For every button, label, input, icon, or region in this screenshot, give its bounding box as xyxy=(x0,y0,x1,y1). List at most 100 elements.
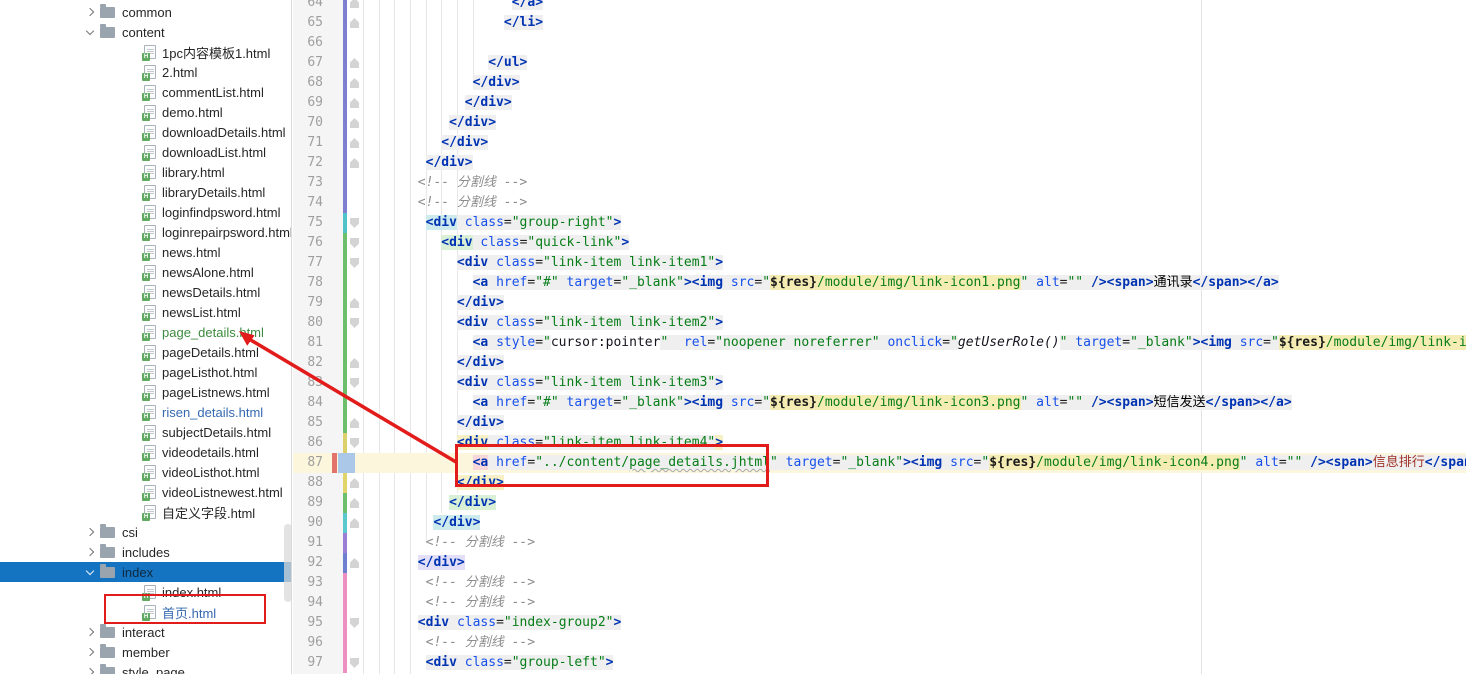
tree-item-page_details[interactable]: Hpage_details.html xyxy=(0,322,291,342)
code-line-69[interactable]: 69 </div> xyxy=(293,93,1466,113)
tree-item-index[interactable]: index xyxy=(0,562,291,582)
code-line-72[interactable]: 72 </div> xyxy=(293,153,1466,173)
code-line-74[interactable]: 74 <!-- 分割线 --> xyxy=(293,193,1466,213)
fold-marker-icon[interactable] xyxy=(350,58,359,68)
code-line-64[interactable]: 64 </a> xyxy=(293,0,1466,13)
html-badge: H xyxy=(142,433,150,441)
tree-item-member[interactable]: member xyxy=(0,642,291,662)
code-line-95[interactable]: 95 <div class="index-group2"> xyxy=(293,613,1466,633)
code-line-71[interactable]: 71 </div> xyxy=(293,133,1466,153)
code-line-73[interactable]: 73 <!-- 分割线 --> xyxy=(293,173,1466,193)
tree-item-newsList[interactable]: HnewsList.html xyxy=(0,302,291,322)
tree-item-newsDetails[interactable]: HnewsDetails.html xyxy=(0,282,291,302)
tree-item-content[interactable]: content xyxy=(0,22,291,42)
chevron-right-icon[interactable] xyxy=(84,646,96,658)
tree-item-risen_details[interactable]: Hrisen_details.html xyxy=(0,402,291,422)
code-line-85[interactable]: 85 </div> xyxy=(293,413,1466,433)
fold-marker-icon[interactable] xyxy=(350,118,359,128)
tree-item-downloadDetails[interactable]: HdownloadDetails.html xyxy=(0,122,291,142)
code-line-84[interactable]: 84 <a href="#" target="_blank"><img src=… xyxy=(293,393,1466,413)
code-line-89[interactable]: 89 </div> xyxy=(293,493,1466,513)
fold-marker-icon[interactable] xyxy=(350,18,359,28)
fold-marker-icon[interactable] xyxy=(350,438,359,448)
tree-item-commentList[interactable]: HcommentList.html xyxy=(0,82,291,102)
chevron-right-icon[interactable] xyxy=(84,6,96,18)
chevron-right-icon[interactable] xyxy=(84,526,96,538)
tree-item-videodetails[interactable]: Hvideodetails.html xyxy=(0,442,291,462)
code-line-81[interactable]: 81 <a style="cursor:pointer" rel="noopen… xyxy=(293,333,1466,353)
code-line-83[interactable]: 83 <div class="link-item link-item3"> xyxy=(293,373,1466,393)
fold-marker-icon[interactable] xyxy=(350,158,359,168)
code-line-93[interactable]: 93 <!-- 分割线 --> xyxy=(293,573,1466,593)
code-line-91[interactable]: 91 <!-- 分割线 --> xyxy=(293,533,1466,553)
fold-marker-icon[interactable] xyxy=(350,78,359,88)
code-line-75[interactable]: 75 <div class="group-right"> xyxy=(293,213,1466,233)
fold-marker-icon[interactable] xyxy=(350,138,359,148)
tree-item-loginrepairpsword[interactable]: Hloginrepairpsword.html xyxy=(0,222,291,242)
fold-marker-icon[interactable] xyxy=(350,358,359,368)
fold-marker-icon[interactable] xyxy=(350,558,359,568)
tree-item-videoListhot[interactable]: HvideoListhot.html xyxy=(0,462,291,482)
fold-marker-icon[interactable] xyxy=(350,298,359,308)
tree-item-downloadList[interactable]: HdownloadList.html xyxy=(0,142,291,162)
chevron-down-icon[interactable] xyxy=(84,566,96,578)
code-line-80[interactable]: 80 <div class="link-item link-item2"> xyxy=(293,313,1466,333)
fold-marker-icon[interactable] xyxy=(350,258,359,268)
code-editor[interactable]: 64 </a> 65 </li> 66 67 </ul> 68 </div> 69 </d… xyxy=(293,0,1466,674)
tree-item-1pc-template[interactable]: H 1pc内容模板1.html xyxy=(0,42,291,62)
tree-item-news[interactable]: Hnews.html xyxy=(0,242,291,262)
chevron-right-icon[interactable] xyxy=(84,546,96,558)
fold-marker-icon[interactable] xyxy=(350,0,359,8)
code-line-76[interactable]: 76 <div class="quick-link"> xyxy=(293,233,1466,253)
vcs-change-stripe xyxy=(343,373,347,393)
code-text: <!-- 分割线 --> xyxy=(425,595,536,610)
code-line-67[interactable]: 67 </ul> xyxy=(293,53,1466,73)
fold-marker-icon[interactable] xyxy=(350,418,359,428)
tree-item-custom-field[interactable]: H 自定义字段.html xyxy=(0,502,291,522)
tree-scrollbar[interactable] xyxy=(284,524,292,602)
html-badge: H xyxy=(142,193,150,201)
tree-item-interact[interactable]: interact xyxy=(0,622,291,642)
code-line-68[interactable]: 68 </div> xyxy=(293,73,1466,93)
fold-marker-icon[interactable] xyxy=(350,318,359,328)
tree-item-pageListnews[interactable]: HpageListnews.html xyxy=(0,382,291,402)
code-line-90[interactable]: 90 </div> xyxy=(293,513,1466,533)
fold-marker-icon[interactable] xyxy=(350,618,359,628)
code-line-97[interactable]: 97 <div class="group-left"> xyxy=(293,653,1466,673)
tree-item-includes[interactable]: includes xyxy=(0,542,291,562)
tree-item-subjectDetails[interactable]: HsubjectDetails.html xyxy=(0,422,291,442)
tree-item-library[interactable]: Hlibrary.html xyxy=(0,162,291,182)
fold-marker-icon[interactable] xyxy=(350,378,359,388)
tree-item-csi[interactable]: csi xyxy=(0,522,291,542)
tree-item-videoListnewest[interactable]: HvideoListnewest.html xyxy=(0,482,291,502)
fold-marker-icon[interactable] xyxy=(350,478,359,488)
code-line-66[interactable]: 66 xyxy=(293,33,1466,53)
fold-marker-icon[interactable] xyxy=(350,498,359,508)
tree-item-pageDetails[interactable]: HpageDetails.html xyxy=(0,342,291,362)
fold-marker-icon[interactable] xyxy=(350,238,359,248)
code-line-94[interactable]: 94 <!-- 分割线 --> xyxy=(293,593,1466,613)
code-line-78[interactable]: 78 <a href="#" target="_blank"><img src=… xyxy=(293,273,1466,293)
code-line-70[interactable]: 70 </div> xyxy=(293,113,1466,133)
code-line-79[interactable]: 79 </div> xyxy=(293,293,1466,313)
code-line-65[interactable]: 65 </li> xyxy=(293,13,1466,33)
fold-marker-icon[interactable] xyxy=(350,98,359,108)
chevron-right-icon[interactable] xyxy=(84,666,96,674)
code-line-96[interactable]: 96 <!-- 分割线 --> xyxy=(293,633,1466,653)
tree-item-newsAlone[interactable]: HnewsAlone.html xyxy=(0,262,291,282)
code-line-77[interactable]: 77 <div class="link-item link-item1"> xyxy=(293,253,1466,273)
tree-item-libraryDetails[interactable]: HlibraryDetails.html xyxy=(0,182,291,202)
tree-item-demo[interactable]: Hdemo.html xyxy=(0,102,291,122)
code-line-82[interactable]: 82 </div> xyxy=(293,353,1466,373)
fold-marker-icon[interactable] xyxy=(350,518,359,528)
tree-item-2[interactable]: H 2.html xyxy=(0,62,291,82)
chevron-right-icon[interactable] xyxy=(84,626,96,638)
fold-marker-icon[interactable] xyxy=(350,218,359,228)
code-line-92[interactable]: 92 </div> xyxy=(293,553,1466,573)
tree-item-style_page[interactable]: style_page xyxy=(0,662,291,674)
fold-marker-icon[interactable] xyxy=(350,658,359,668)
tree-item-pageListhot[interactable]: HpageListhot.html xyxy=(0,362,291,382)
chevron-down-icon[interactable] xyxy=(84,26,96,38)
tree-item-loginfindpsword[interactable]: Hloginfindpsword.html xyxy=(0,202,291,222)
tree-item-common[interactable]: common xyxy=(0,2,291,22)
